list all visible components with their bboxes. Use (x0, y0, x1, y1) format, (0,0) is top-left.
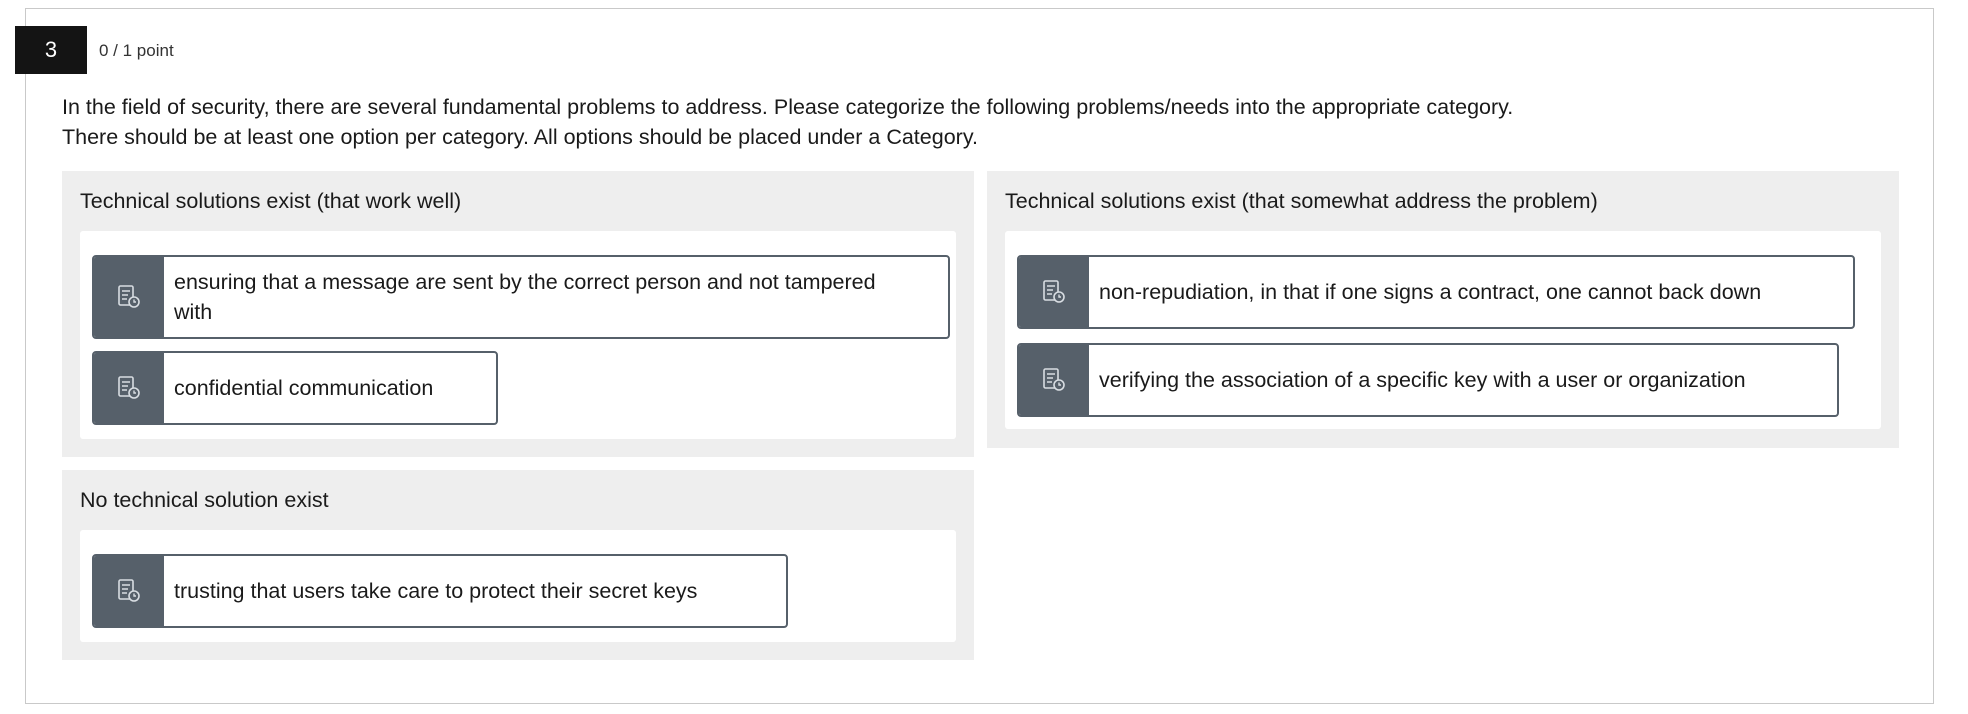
category-somewhat: Technical solutions exist (that somewhat… (987, 171, 1899, 448)
document-clock-icon (1043, 368, 1065, 391)
drag-handle[interactable] (94, 556, 164, 626)
document-clock-icon (1043, 280, 1065, 303)
drag-handle[interactable] (94, 257, 164, 337)
drag-handle[interactable] (1019, 257, 1089, 327)
category-no-solution: No technical solution exist trusting tha… (62, 470, 974, 660)
drag-handle[interactable] (1019, 345, 1089, 415)
question-text: In the field of security, there are seve… (62, 92, 1882, 152)
document-clock-icon (118, 285, 140, 308)
draggable-option[interactable]: non-repudiation, in that if one signs a … (1017, 255, 1855, 329)
question-points: 0 / 1 point (99, 41, 174, 60)
category-drop-zone[interactable]: trusting that users take care to protect… (80, 530, 956, 642)
question-number: 3 (44, 37, 58, 62)
draggable-option[interactable]: confidential communication (92, 351, 498, 425)
question-number-badge: 3 (15, 26, 87, 74)
draggable-option[interactable]: ensuring that a message are sent by the … (92, 255, 950, 339)
document-clock-icon (118, 376, 140, 399)
document-clock-icon (118, 579, 140, 602)
option-label: non-repudiation, in that if one signs a … (1099, 280, 1762, 304)
option-label: confidential communication (174, 376, 434, 400)
drag-handle[interactable] (94, 353, 164, 423)
category-title: No technical solution exist (80, 488, 329, 512)
category-drop-zone[interactable]: non-repudiation, in that if one signs a … (1005, 231, 1881, 429)
category-drop-zone[interactable]: ensuring that a message are sent by the … (80, 231, 956, 439)
draggable-option[interactable]: verifying the association of a specific … (1017, 343, 1839, 417)
question-line-2: There should be at least one option per … (62, 125, 978, 149)
question-line-1: In the field of security, there are seve… (62, 95, 1514, 119)
option-label: verifying the association of a specific … (1099, 368, 1746, 392)
option-label: trusting that users take care to protect… (174, 579, 698, 603)
category-title: Technical solutions exist (that somewhat… (1005, 189, 1598, 213)
option-label: ensuring that a message are sent by the … (174, 270, 876, 324)
category-title: Technical solutions exist (that work wel… (80, 189, 462, 213)
category-work-well: Technical solutions exist (that work wel… (62, 171, 974, 457)
draggable-option[interactable]: trusting that users take care to protect… (92, 554, 788, 628)
